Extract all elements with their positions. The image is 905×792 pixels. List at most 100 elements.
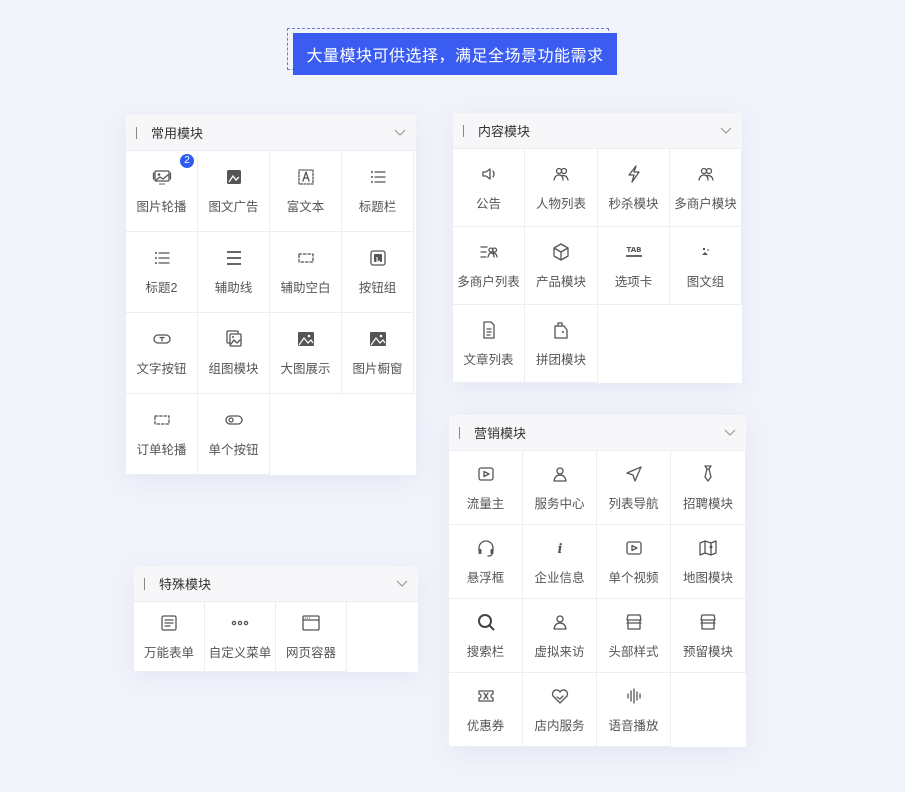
module-item[interactable]: 优惠券 bbox=[449, 673, 523, 747]
module-item[interactable]: 虚拟来访 bbox=[523, 599, 597, 673]
module-item[interactable]: 头部样式 bbox=[597, 599, 671, 673]
module-item[interactable]: 秒杀模块 bbox=[598, 149, 670, 227]
module-label: 按钮组 bbox=[358, 281, 397, 295]
module-item[interactable]: 辅助空白 bbox=[270, 232, 342, 313]
module-label: 语音播放 bbox=[608, 718, 659, 733]
module-item[interactable]: 语音播放 bbox=[597, 673, 671, 747]
module-item[interactable]: 图片轮播 2 bbox=[126, 151, 198, 232]
merchants-icon bbox=[696, 164, 716, 184]
panel-header[interactable]: 内容模块 bbox=[453, 113, 742, 149]
module-item[interactable]: 大图展示 bbox=[270, 313, 342, 394]
panel-header[interactable]: 常用模块 bbox=[126, 115, 416, 151]
module-item[interactable]: 产品模块 bbox=[525, 227, 598, 305]
panel-header[interactable]: 营销模块 bbox=[449, 415, 746, 451]
module-item[interactable]: 文字按钮 bbox=[126, 313, 198, 394]
large-image-icon bbox=[296, 329, 316, 349]
chevron-down-icon[interactable] bbox=[724, 427, 736, 437]
module-label: 头部样式 bbox=[608, 644, 659, 659]
module-item[interactable]: 多商户模块 bbox=[670, 149, 742, 227]
module-item[interactable]: 富文本 bbox=[270, 151, 342, 232]
browser-window-icon bbox=[301, 613, 321, 633]
module-label: 悬浮框 bbox=[466, 570, 505, 585]
chevron-down-icon[interactable] bbox=[396, 578, 408, 588]
svg-text:TAB: TAB bbox=[626, 246, 641, 254]
header-divider bbox=[136, 126, 137, 139]
product-box-icon bbox=[551, 242, 571, 262]
module-item[interactable]: TAB 选项卡 bbox=[598, 227, 670, 305]
module-item[interactable]: 预留模块 bbox=[671, 599, 746, 673]
module-grid: 万能表单 自定义菜单 网页容器 bbox=[134, 602, 418, 672]
video-play-icon bbox=[476, 464, 496, 484]
store-header-icon bbox=[624, 612, 644, 632]
chevron-down-icon[interactable] bbox=[720, 125, 732, 135]
module-item[interactable]: 网页容器 bbox=[276, 602, 347, 672]
module-item[interactable]: 自定义菜单 bbox=[205, 602, 276, 672]
chevron-down-icon[interactable] bbox=[394, 127, 406, 137]
module-label: 列表导航 bbox=[608, 496, 659, 511]
module-item[interactable]: 辅助线 bbox=[198, 232, 270, 313]
module-label: 图片橱窗 bbox=[352, 362, 403, 376]
module-item[interactable]: 多商户列表 bbox=[453, 227, 525, 305]
module-item[interactable]: 标题栏 bbox=[342, 151, 414, 232]
module-label: 图文广告 bbox=[208, 200, 259, 214]
module-label: 预留模块 bbox=[682, 644, 733, 659]
panel-title: 内容模块 bbox=[478, 124, 531, 139]
module-grid: 图片轮播 2 图文广告 富文本 标题栏标题2 辅助线 辅助空白 按钮组文字按钮 组图模块 大图展示… bbox=[126, 151, 416, 475]
module-label: 流量主 bbox=[466, 496, 505, 511]
single-video-icon bbox=[624, 538, 644, 558]
image-text-ad-icon bbox=[224, 167, 244, 187]
form-icon bbox=[159, 613, 179, 633]
module-item[interactable]: 服务中心 bbox=[523, 451, 597, 525]
module-item[interactable]: 公告 bbox=[453, 149, 525, 227]
module-item[interactable]: 地图模块 bbox=[671, 525, 746, 599]
module-label: 拼团模块 bbox=[535, 352, 586, 367]
title-bar-icon bbox=[368, 167, 388, 187]
headset-icon bbox=[476, 538, 496, 558]
panel-header[interactable]: 特殊模块 bbox=[134, 566, 418, 602]
blank-space-icon bbox=[296, 248, 316, 268]
panel-special-modules: 特殊模块 万能表单 自定义菜单 网页容器 bbox=[134, 566, 418, 672]
module-item[interactable]: 万能表单 bbox=[134, 602, 205, 672]
image-carousel-icon bbox=[152, 167, 172, 187]
module-item[interactable]: 文章列表 bbox=[453, 305, 525, 383]
navigation-arrow-icon bbox=[624, 464, 644, 484]
module-item[interactable]: 人物列表 bbox=[525, 149, 598, 227]
module-item[interactable]: 图片橱窗 bbox=[342, 313, 414, 394]
module-item[interactable]: 标题2 bbox=[126, 232, 198, 313]
people-icon bbox=[551, 164, 571, 184]
module-item[interactable]: 搜索栏 bbox=[449, 599, 523, 673]
group-buy-tag-icon bbox=[551, 320, 571, 340]
module-label: 公告 bbox=[475, 196, 501, 211]
module-item[interactable]: 列表导航 bbox=[597, 451, 671, 525]
visitor-icon bbox=[550, 612, 570, 632]
module-item[interactable]: 单个按钮 bbox=[198, 394, 270, 475]
module-label: 单个视频 bbox=[608, 570, 659, 585]
module-item[interactable]: 店内服务 bbox=[523, 673, 597, 747]
button-group-icon bbox=[368, 248, 388, 268]
module-item[interactable]: 招聘模块 bbox=[671, 451, 746, 525]
header-divider bbox=[463, 124, 464, 137]
module-label: 组图模块 bbox=[208, 362, 259, 376]
module-item[interactable]: 按钮组 bbox=[342, 232, 414, 313]
count-badge: 2 bbox=[180, 154, 194, 168]
panel-marketing-modules: 营销模块 流量主 服务中心 列表导航 招聘模块悬浮框 i 企业信息 单个视频 地图模块搜索栏 虚… bbox=[449, 415, 746, 747]
module-item[interactable]: 拼团模块 bbox=[525, 305, 598, 383]
tab-icon: TAB bbox=[624, 242, 644, 262]
module-item[interactable]: 单个视频 bbox=[597, 525, 671, 599]
lightning-icon bbox=[624, 164, 644, 184]
module-item[interactable]: 图文广告 bbox=[198, 151, 270, 232]
module-label: 标题栏 bbox=[358, 200, 397, 214]
module-item[interactable]: 悬浮框 bbox=[449, 525, 523, 599]
module-item[interactable]: i 企业信息 bbox=[523, 525, 597, 599]
module-label: 搜索栏 bbox=[466, 644, 505, 659]
module-item[interactable]: 流量主 bbox=[449, 451, 523, 525]
module-label: 文字按钮 bbox=[136, 362, 187, 376]
title-list-icon bbox=[152, 248, 172, 268]
feature-banner: 大量模块可供选择，满足全场景功能需求 bbox=[293, 33, 617, 75]
module-label: 大图展示 bbox=[280, 362, 331, 376]
module-item[interactable]: 订单轮播 bbox=[126, 394, 198, 475]
module-label: 优惠券 bbox=[466, 718, 505, 733]
module-item[interactable]: 图文组 bbox=[670, 227, 742, 305]
merchant-list-icon bbox=[479, 242, 499, 262]
module-item[interactable]: 组图模块 bbox=[198, 313, 270, 394]
